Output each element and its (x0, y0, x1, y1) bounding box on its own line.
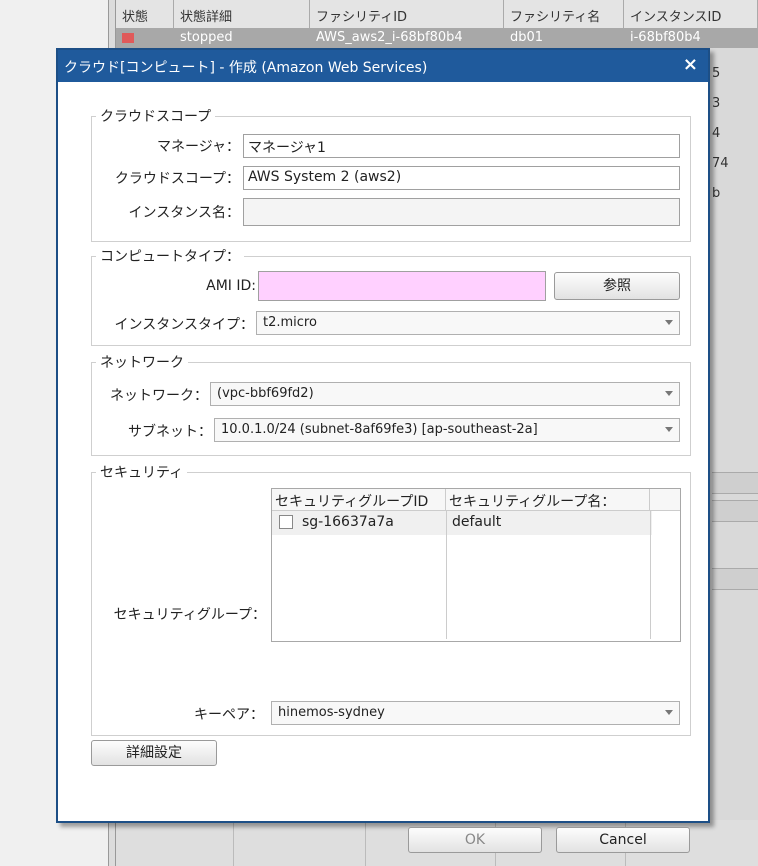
column-header-filler (650, 489, 680, 511)
cancel-button[interactable]: Cancel (556, 827, 690, 853)
chevron-down-icon (665, 427, 673, 432)
facility-id-cell: AWS_aws2_i-68bf80b4 (316, 30, 463, 45)
status-stopped-icon (122, 33, 134, 43)
detail-settings-button[interactable]: 詳細設定 (91, 740, 217, 766)
background-panel-strip (712, 500, 758, 522)
background-panel-strip (712, 472, 758, 494)
background-panel-strip (712, 568, 758, 590)
cloud-scope-field[interactable]: AWS System 2 (aws2) (243, 166, 680, 190)
sg-id-cell: sg-16637a7a (302, 514, 394, 530)
network-legend: ネットワーク (100, 355, 184, 371)
keypair-select[interactable]: hinemos-sydney (271, 701, 680, 725)
subnet-value: 10.0.1.0/24 (subnet-8af69fe3) [ap-southe… (221, 422, 538, 437)
instance-name-label: インスタンス名： (128, 205, 240, 221)
dialog-titlebar[interactable]: クラウド[コンピュート] - 作成 (Amazon Web Services) … (58, 50, 708, 82)
row-stub: 5 (712, 66, 721, 81)
instance-type-select[interactable]: t2.micro (256, 311, 680, 335)
dialog-body: クラウドスコープ マネージャ： マネージャ1 クラウドスコープ： AWS Sys… (58, 82, 708, 853)
ok-button[interactable]: OK (408, 827, 542, 853)
instance-name-field[interactable] (243, 198, 680, 226)
row-stub: 3 (712, 96, 721, 111)
network-value: (vpc-bbf69fd2) (217, 386, 314, 401)
keypair-label: キーペア： (194, 707, 264, 723)
column-divider (446, 511, 447, 639)
dialog-title: クラウド[コンピュート] - 作成 (Amazon Web Services) (64, 60, 428, 76)
column-header-facility-name[interactable]: ファシリティ名 (504, 0, 624, 28)
manager-label: マネージャ： (156, 139, 240, 155)
close-icon[interactable]: × (683, 54, 698, 75)
chevron-down-icon (665, 320, 673, 325)
ami-id-field[interactable] (258, 271, 546, 301)
row-stub: 74 (712, 156, 729, 171)
browse-button[interactable]: 参照 (554, 272, 680, 300)
cloud-scope-legend: クラウドスコープ (100, 109, 212, 125)
column-header-status[interactable]: 状態 (116, 0, 174, 28)
subnet-select[interactable]: 10.0.1.0/24 (subnet-8af69fe3) [ap-southe… (214, 418, 680, 442)
network-select[interactable]: (vpc-bbf69fd2) (210, 382, 680, 406)
column-header-status-detail[interactable]: 状態詳細 (174, 0, 310, 28)
network-label: ネットワーク： (110, 388, 208, 404)
column-header-facility-id[interactable]: ファシリティID (310, 0, 504, 28)
status-detail-cell: stopped (180, 30, 233, 45)
cloud-scope-label: クラウドスコープ： (114, 171, 240, 187)
row-stub: b (712, 186, 721, 201)
instance-type-label: インスタンスタイプ： (114, 317, 254, 333)
background-table-header: 状態 状態詳細 ファシリティID ファシリティ名 インスタンスID (116, 0, 758, 29)
manager-field[interactable]: マネージャ1 (243, 134, 680, 158)
facility-name-cell: db01 (510, 30, 544, 45)
subnet-label: サブネット： (128, 424, 212, 440)
instance-type-value: t2.micro (263, 315, 317, 330)
status-cell (116, 28, 174, 48)
row-stub: 4 (712, 126, 721, 141)
column-header-sg-name[interactable]: セキュリティグループ名： (446, 489, 650, 511)
column-header-sg-id[interactable]: セキュリティグループID (272, 489, 446, 511)
compute-type-legend: コンピュートタイプ： (100, 249, 240, 265)
row-checkbox[interactable] (279, 515, 293, 529)
security-legend: セキュリティ (100, 465, 184, 481)
column-header-instance-id[interactable]: インスタンスID (624, 0, 758, 28)
sg-name-cell: default (452, 514, 502, 530)
chevron-down-icon (665, 391, 673, 396)
keypair-value: hinemos-sydney (278, 705, 385, 720)
instance-id-cell: i-68bf80b4 (630, 30, 701, 45)
create-compute-dialog: クラウド[コンピュート] - 作成 (Amazon Web Services) … (56, 48, 710, 853)
table-row[interactable]: sg-16637a7a default (272, 511, 652, 535)
ami-id-label: AMI ID: (206, 278, 256, 294)
security-group-table[interactable]: セキュリティグループID セキュリティグループ名： sg-16637a7a de… (271, 488, 681, 642)
security-group-label: セキュリティグループ： (113, 607, 266, 623)
chevron-down-icon (665, 710, 673, 715)
background-selected-row[interactable]: stopped AWS_aws2_i-68bf80b4 db01 i-68bf8… (116, 28, 758, 48)
column-divider (650, 511, 651, 639)
